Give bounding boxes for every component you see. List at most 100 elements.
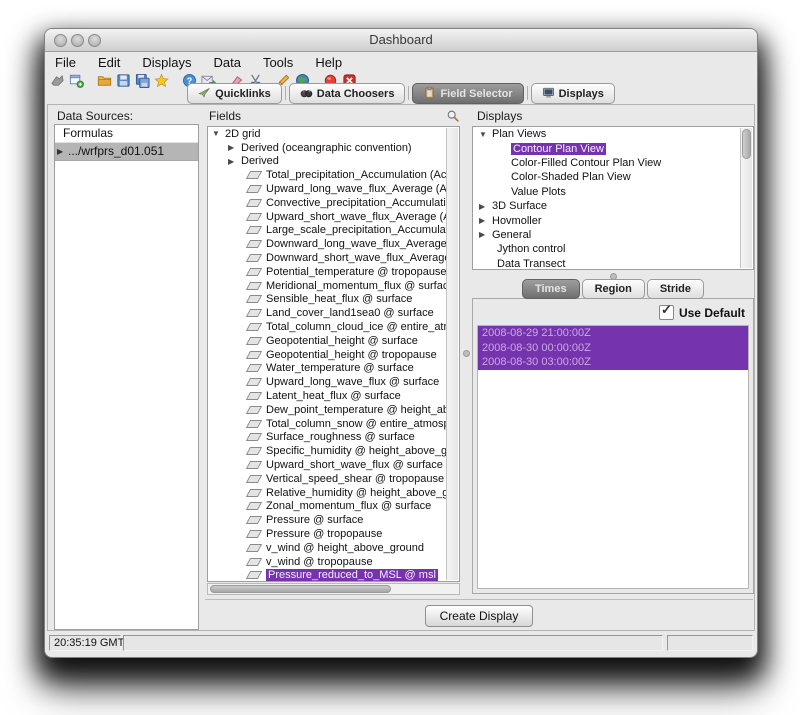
- field-tree-item[interactable]: ▶Derived: [208, 155, 447, 169]
- expand-triangle-icon[interactable]: ▶: [479, 230, 492, 239]
- tree-item-label: Sensible_heat_flux @ surface: [266, 293, 412, 305]
- times-list[interactable]: 2008-08-29 21:00:00Z2008-08-30 00:00:00Z…: [477, 325, 749, 589]
- field-tree-item[interactable]: Vertical_speed_shear @ tropopause: [208, 472, 447, 486]
- time-list-item[interactable]: 2008-08-30 00:00:00Z: [478, 341, 748, 356]
- menu-file[interactable]: File: [55, 55, 76, 70]
- vertical-splitter-handle[interactable]: [463, 350, 470, 357]
- times-tab-content: ✓ Use Default 2008-08-29 21:00:00Z2008-0…: [472, 298, 754, 594]
- create-display-button[interactable]: Create Display: [425, 605, 534, 627]
- tree-item-label: Meridional_momentum_flux @ surface: [266, 280, 447, 292]
- displays-vscroll-thumb[interactable]: [742, 129, 751, 159]
- display-tree-item[interactable]: ▶3D Surface: [473, 199, 741, 213]
- display-tree-item[interactable]: ▼Plan Views: [473, 127, 741, 141]
- display-tree-item[interactable]: Color-Filled Contour Plan View: [473, 156, 741, 170]
- display-tree-item[interactable]: ▶General: [473, 228, 741, 242]
- fields-vertical-scrollbar[interactable]: [446, 128, 458, 580]
- tab-data-choosers[interactable]: Data Choosers: [289, 83, 406, 104]
- subtab-times[interactable]: Times: [522, 279, 580, 299]
- use-default-checkbox[interactable]: ✓: [659, 305, 674, 320]
- display-tree-item[interactable]: Jython control: [473, 242, 741, 256]
- expand-triangle-icon[interactable]: ▶: [479, 216, 492, 225]
- data-sources-list[interactable]: Formulas▶.../wrfprs_d01.051: [54, 124, 199, 630]
- field-tree-item[interactable]: v_wind @ tropopause: [208, 555, 447, 569]
- displays-vertical-scrollbar[interactable]: [740, 128, 752, 268]
- tab-field-selector[interactable]: Field Selector: [412, 83, 523, 104]
- field-tree-item[interactable]: v_wind @ height_above_ground: [208, 541, 447, 555]
- field-tree-item[interactable]: Pressure @ tropopause: [208, 527, 447, 541]
- display-tree-item[interactable]: Color-Shaded Plan View: [473, 170, 741, 184]
- tree-item-label: Total_column_snow @ entire_atmosphere: [266, 418, 447, 430]
- tab-quicklinks[interactable]: Quicklinks: [187, 83, 282, 104]
- field-leaf-icon: [246, 530, 262, 538]
- display-tree-item[interactable]: ▶Hovmoller: [473, 213, 741, 227]
- expand-triangle-icon[interactable]: ▶: [228, 143, 241, 152]
- field-tree-item[interactable]: Sensible_heat_flux @ surface: [208, 293, 447, 307]
- tree-item-label: Zonal_momentum_flux @ surface: [266, 500, 431, 512]
- menu-tools[interactable]: Tools: [263, 55, 293, 70]
- collapse-triangle-icon[interactable]: ▼: [212, 129, 225, 138]
- field-tree-item[interactable]: Geopotential_height @ tropopause: [208, 348, 447, 362]
- display-tree-item[interactable]: Value Plots: [473, 185, 741, 199]
- fields-hscroll-thumb[interactable]: [210, 585, 391, 593]
- display-tree-item[interactable]: Contour Plan View: [473, 141, 741, 155]
- field-tree-item[interactable]: Downward_long_wave_flux_Average (Average…: [208, 237, 447, 251]
- field-tree-item[interactable]: Upward_long_wave_flux @ surface: [208, 375, 447, 389]
- field-tree-item[interactable]: Meridional_momentum_flux @ surface: [208, 279, 447, 293]
- field-tree-item[interactable]: Water_temperature @ surface: [208, 362, 447, 376]
- expand-triangle-icon[interactable]: ▶: [57, 143, 63, 160]
- tree-item-label: Water_temperature @ surface: [266, 362, 414, 374]
- menu-data[interactable]: Data: [213, 55, 240, 70]
- field-tree-item[interactable]: Upward_long_wave_flux_Average (Average f…: [208, 182, 447, 196]
- data-source-item[interactable]: Formulas: [55, 125, 198, 143]
- field-leaf-icon: [246, 254, 262, 262]
- expand-triangle-icon[interactable]: ▶: [228, 157, 241, 166]
- field-tree-item[interactable]: Latent_heat_flux @ surface: [208, 389, 447, 403]
- field-tree-item[interactable]: Dew_point_temperature @ height_above_gro…: [208, 403, 447, 417]
- tree-item-label: Derived (oceangraphic convention): [241, 142, 412, 154]
- field-tree-item[interactable]: Pressure @ surface: [208, 513, 447, 527]
- field-tree-item[interactable]: Total_column_snow @ entire_atmosphere: [208, 417, 447, 431]
- clipboard-icon: [423, 86, 436, 102]
- field-tree-item[interactable]: Pressure_reduced_to_MSL @ msl: [208, 569, 447, 582]
- tab-displays[interactable]: Displays: [531, 83, 615, 104]
- field-tree-item[interactable]: Downward_short_wave_flux_Average (Averag…: [208, 251, 447, 265]
- data-source-item[interactable]: ▶.../wrfprs_d01.051: [55, 143, 198, 161]
- time-list-item[interactable]: 2008-08-30 03:00:00Z: [478, 355, 748, 370]
- field-tree-item[interactable]: Upward_short_wave_flux @ surface: [208, 458, 447, 472]
- display-tree-item[interactable]: Data Transect: [473, 257, 741, 269]
- menu-help[interactable]: Help: [315, 55, 342, 70]
- field-tree-item[interactable]: Total_column_cloud_ice @ entire_atmosphe…: [208, 320, 447, 334]
- time-list-item[interactable]: 2008-08-29 21:00:00Z: [478, 326, 748, 341]
- collapse-triangle-icon[interactable]: ▼: [479, 130, 492, 139]
- expand-triangle-icon[interactable]: ▶: [479, 202, 492, 211]
- field-tree-item[interactable]: Convective_precipitation_Accumulation (A…: [208, 196, 447, 210]
- menu-edit[interactable]: Edit: [98, 55, 120, 70]
- field-tree-item[interactable]: Surface_roughness @ surface: [208, 431, 447, 445]
- data-sources-label: Data Sources:: [57, 109, 133, 123]
- field-leaf-icon: [246, 516, 262, 524]
- field-leaf-icon: [246, 309, 262, 317]
- field-tree-item[interactable]: Zonal_momentum_flux @ surface: [208, 500, 447, 514]
- field-tree-item[interactable]: Land_cover_land1sea0 @ surface: [208, 306, 447, 320]
- field-tree-item[interactable]: Total_precipitation_Accumulation (Accumu…: [208, 168, 447, 182]
- field-tree-item[interactable]: ▶Derived (oceangraphic convention): [208, 141, 447, 155]
- field-tree-item[interactable]: Geopotential_height @ surface: [208, 334, 447, 348]
- tree-item-label: v_wind @ height_above_ground: [266, 542, 424, 554]
- field-tree-item[interactable]: Specific_humidity @ height_above_ground: [208, 444, 447, 458]
- field-tree-item[interactable]: Potential_temperature @ tropopause: [208, 265, 447, 279]
- field-leaf-icon: [246, 420, 262, 428]
- field-tree-item[interactable]: Large_scale_precipitation_Accumulation (…: [208, 224, 447, 238]
- paper-plane-icon: [198, 86, 211, 102]
- field-leaf-icon: [246, 268, 262, 276]
- field-tree-item[interactable]: Relative_humidity @ height_above_ground: [208, 486, 447, 500]
- fields-horizontal-scrollbar[interactable]: [207, 583, 460, 595]
- subtab-stride[interactable]: Stride: [647, 279, 704, 299]
- subtab-region[interactable]: Region: [582, 279, 645, 299]
- field-tree-item[interactable]: ▼2D grid: [208, 127, 447, 141]
- field-leaf-icon: [246, 406, 262, 414]
- field-tree-item[interactable]: Upward_short_wave_flux_Average (Average …: [208, 210, 447, 224]
- search-icon[interactable]: [446, 109, 460, 123]
- title-bar[interactable]: Dashboard: [45, 29, 757, 52]
- tree-item-label: Value Plots: [511, 186, 566, 198]
- menu-displays[interactable]: Displays: [142, 55, 191, 70]
